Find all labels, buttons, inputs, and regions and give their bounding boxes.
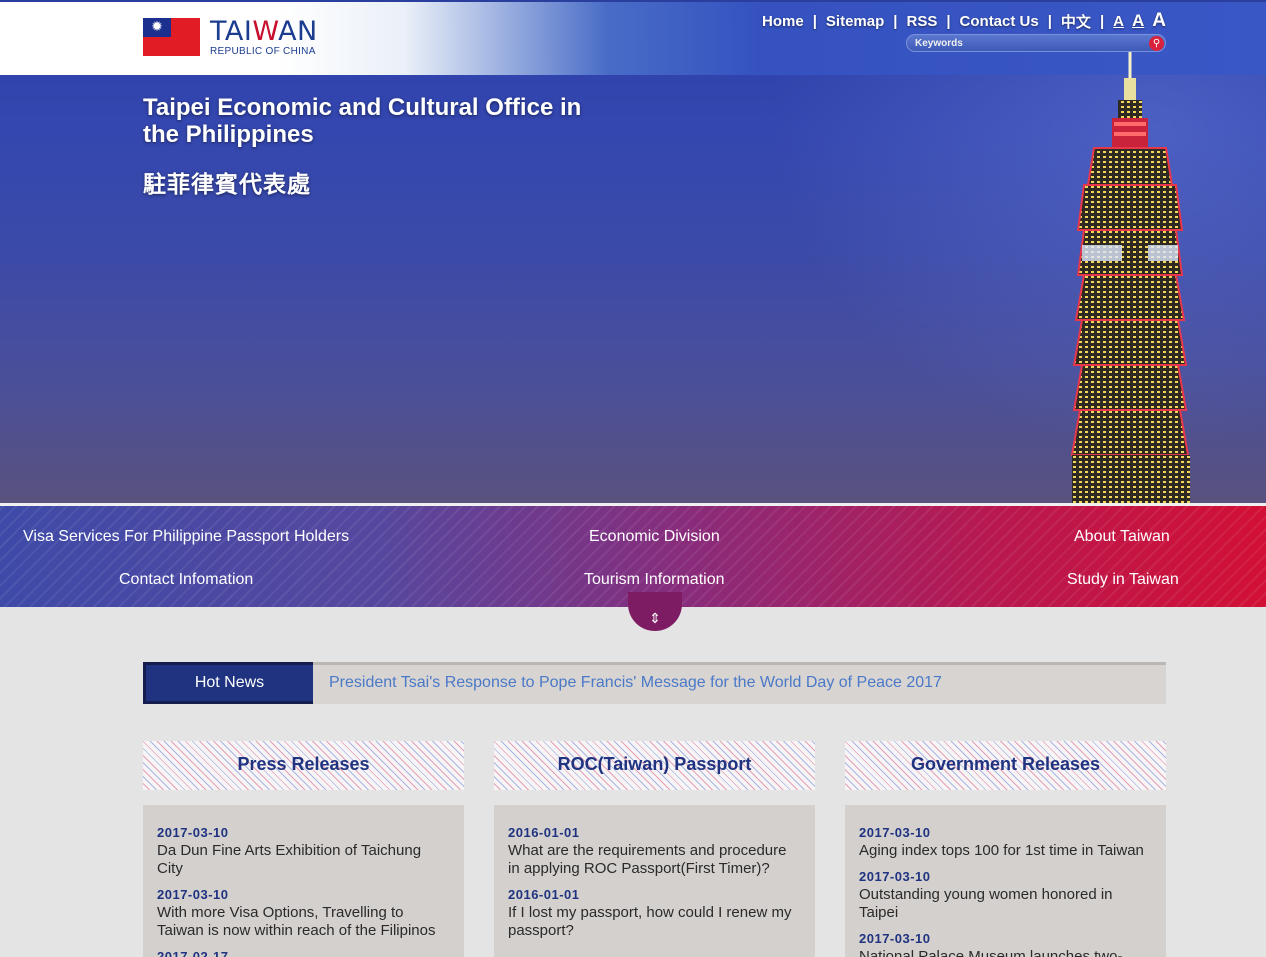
column-body: 2017-03-10 Aging index tops 100 for 1st … [845, 805, 1166, 957]
entry-link[interactable]: Aging index tops 100 for 1st time in Tai… [859, 842, 1152, 860]
nav-about-taiwan[interactable]: About Taiwan [1074, 528, 1170, 546]
taipei-101-tower-image [1070, 40, 1190, 503]
nav-separator: | [946, 12, 951, 30]
logo-word: TAIWAN [210, 16, 318, 47]
nav-sitemap[interactable]: Sitemap [826, 13, 884, 30]
entry-link[interactable]: National Palace Museum launches two- [859, 948, 1152, 957]
roc-flag-icon: ✹ [143, 18, 200, 56]
list-item: 2016-01-01 If I lost my passport, how co… [508, 887, 801, 940]
logo-subtitle: REPUBLIC OF CHINA [210, 46, 316, 57]
office-title: Taipei Economic and Cultural Office in t… [143, 94, 582, 148]
column-body: 2017-03-10 Da Dun Fine Arts Exhibition o… [143, 805, 464, 957]
site-logo[interactable]: ✹ TAIWAN REPUBLIC OF CHINA [143, 18, 318, 57]
nav-home[interactable]: Home [762, 13, 804, 30]
entry-link[interactable]: Outstanding young women honored in Taipe… [859, 886, 1152, 922]
column-title[interactable]: ROC(Taiwan) Passport [494, 741, 815, 790]
font-size-medium-button[interactable]: A [1132, 11, 1144, 31]
nav-contact-information[interactable]: Contact Infomation [119, 571, 253, 589]
nav-rss[interactable]: RSS [906, 13, 937, 30]
hot-news-label: Hot News [143, 662, 313, 704]
entry-date: 2017-03-10 [859, 869, 931, 884]
nav-separator: | [1099, 12, 1105, 30]
list-item: 2017-02-17 [157, 949, 450, 957]
nav-separator: | [893, 12, 898, 30]
font-size-large-button[interactable]: A [1152, 10, 1166, 32]
hot-news-bar: Hot News President Tsai's Response to Po… [143, 662, 1166, 704]
entry-date: 2016-01-01 [508, 887, 580, 902]
column-title[interactable]: Press Releases [143, 741, 464, 790]
government-releases-column: Government Releases 2017-03-10 Aging ind… [845, 741, 1166, 957]
column-title[interactable]: Government Releases [845, 741, 1166, 790]
list-item: 2017-03-10 With more Visa Options, Trave… [157, 887, 450, 940]
nav-visa-services[interactable]: Visa Services For Philippine Passport Ho… [23, 528, 349, 546]
column-body: 2016-01-01 What are the requirements and… [494, 805, 815, 957]
hot-news-headline[interactable]: President Tsai's Response to Pope Franci… [329, 674, 942, 692]
entry-link[interactable]: What are the requirements and procedure … [508, 842, 801, 878]
list-item: 2017-03-10 Aging index tops 100 for 1st … [859, 825, 1152, 860]
search-input[interactable] [915, 36, 1135, 50]
list-item: 2017-03-10 Outstanding young women honor… [859, 869, 1152, 922]
entry-link[interactable]: With more Visa Options, Travelling to Ta… [157, 904, 450, 940]
nav-contact-us[interactable]: Contact Us [960, 13, 1039, 30]
hero-banner: ✹ TAIWAN REPUBLIC OF CHINA Home | Sitema… [0, 0, 1266, 503]
entry-link[interactable]: If I lost my passport, how could I renew… [508, 904, 801, 940]
entry-link[interactable]: Da Dun Fine Arts Exhibition of Taichung … [157, 842, 450, 878]
white-sun-icon: ✹ [143, 18, 171, 37]
expand-collapse-icon[interactable]: ⇕ [628, 592, 682, 631]
entry-date: 2017-03-10 [157, 887, 229, 902]
entry-date: 2017-03-10 [157, 825, 229, 840]
list-item: 2017-03-10 Da Dun Fine Arts Exhibition o… [157, 825, 450, 878]
passport-column: ROC(Taiwan) Passport 2016-01-01 What are… [494, 741, 815, 957]
nav-tourism-information[interactable]: Tourism Information [584, 571, 725, 589]
font-size-small-button[interactable]: A [1113, 13, 1124, 30]
nav-economic-division[interactable]: Economic Division [589, 528, 720, 546]
nav-study-in-taiwan[interactable]: Study in Taiwan [1067, 571, 1179, 589]
entry-date: 2017-03-10 [859, 931, 931, 946]
nav-separator: | [812, 12, 817, 30]
nav-separator: | [1047, 12, 1052, 30]
press-releases-column: Press Releases 2017-03-10 Da Dun Fine Ar… [143, 741, 464, 957]
office-title-chinese: 駐菲律賓代表處 [143, 172, 311, 198]
nav-chinese[interactable]: 中文 [1061, 11, 1091, 32]
entry-date: 2017-02-17 [157, 949, 229, 957]
logo-text: TAIWAN REPUBLIC OF CHINA [210, 16, 318, 58]
top-nav: Home | Sitemap | RSS | Contact Us | 中文 |… [762, 10, 1166, 32]
list-item: 2017-03-10 National Palace Museum launch… [859, 931, 1152, 957]
entry-date: 2017-03-10 [859, 825, 931, 840]
search-box: ⚲ [906, 34, 1166, 52]
entry-date: 2016-01-01 [508, 825, 580, 840]
list-item: 2016-01-01 What are the requirements and… [508, 825, 801, 878]
search-icon[interactable]: ⚲ [1149, 36, 1164, 51]
